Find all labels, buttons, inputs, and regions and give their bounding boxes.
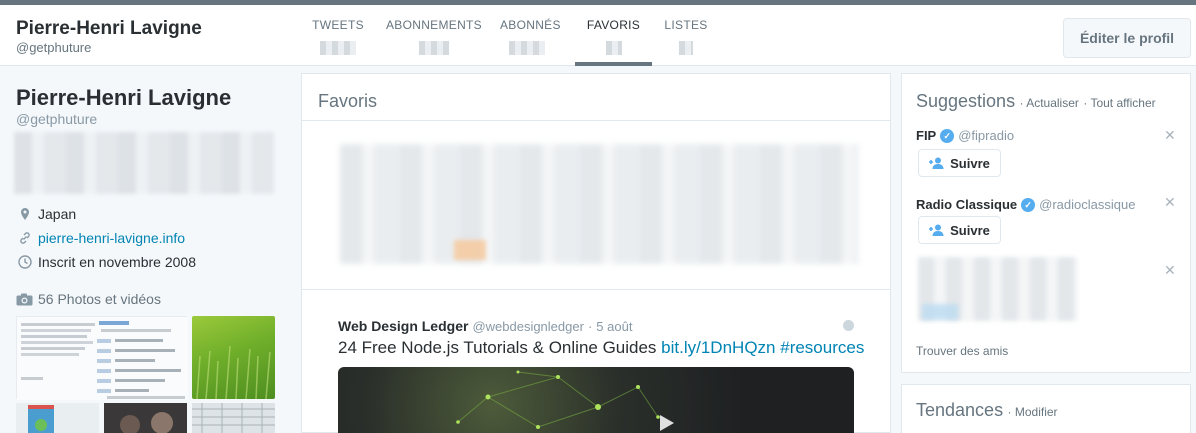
suggestion-radio-classique-name: Radio Classique [916,197,1018,212]
network-graph-image [456,370,674,431]
profile-website-link[interactable]: pierre-henri-lavigne.info [38,230,185,246]
tab-tweets[interactable]: TWEETS [308,5,368,66]
clock-icon [18,255,32,269]
tab-listes-label: LISTES [664,18,708,32]
favorites-timeline: Favoris Web Design Ledger @webdesignledg… [301,73,891,433]
tweet-time-separator: · [587,318,593,334]
photo-thumbnail-5-image [192,403,275,433]
suggestions-refresh-link[interactable]: · Actualiser [1020,96,1079,110]
profile-location: Japan [18,206,76,222]
tweet-blurred-highlight [454,240,486,260]
tab-favoris-label: FAVORIS [586,18,641,32]
follow-fip-label: Suivre [950,155,990,171]
tweet-hashtag[interactable]: #resources [780,338,864,357]
add-user-icon [929,224,944,236]
trends-edit-link[interactable]: · Modifier [1008,405,1058,419]
suggestion-item-radio-classique[interactable]: Radio Classique ✓ @radioclassique [916,197,1135,212]
photo-thumbnail-4[interactable] [104,403,187,433]
edit-profile-button[interactable]: Éditer le profil [1063,18,1191,58]
profile-name[interactable]: Pierre-Henri Lavigne [16,85,231,111]
trends-header: Tendances · Modifier [916,400,1058,421]
tab-abonnements[interactable]: ABONNEMENTS [384,5,484,66]
dismiss-fip-close-icon[interactable]: ✕ [1164,127,1176,144]
follow-radio-classique-button[interactable]: Suivre [918,216,1001,244]
photo-thumbnail-3-image [28,405,54,433]
nav-profile-handle: @getphuture [16,40,92,55]
profile-location-text: Japan [38,206,77,222]
location-pin-icon [21,208,29,220]
tweet-timestamp[interactable]: 5 août [596,319,632,334]
suggestions-header: Suggestions · Actualiser · Tout afficher [916,91,1156,112]
trends-card: Tendances · Modifier [901,384,1191,433]
photo-thumbnail-5[interactable] [192,403,275,433]
tweet-text: 24 Free Node.js Tutorials & Online Guide… [338,338,864,358]
tab-tweets-count-blurred [320,41,356,55]
suggestion-radio-classique-handle: @radioclassique [1039,197,1136,212]
photo-thumbnail-4-image [120,412,173,433]
tab-abonnes-count-blurred [509,41,545,55]
tab-abonnements-count-blurred [419,41,449,55]
profile-bio-blurred [14,132,274,194]
profile-website: pierre-henri-lavigne.info [18,230,185,246]
dismiss-blurred-close-icon[interactable]: ✕ [1164,262,1176,279]
verified-badge-icon: ✓ [1021,197,1036,212]
tweet-author-name[interactable]: Web Design Ledger [338,318,468,334]
suggestions-title: Suggestions [916,91,1016,111]
photo-thumbnail-2[interactable] [192,316,275,400]
find-friends-link[interactable]: Trouver des amis [916,344,1008,358]
tab-abonnements-label: ABONNEMENTS [386,18,482,32]
timeline-title: Favoris [318,91,378,111]
tab-tweets-label: TWEETS [312,18,364,32]
suggestion-item-fip[interactable]: FIP ✓ @fipradio [916,128,1014,143]
photo-thumbnail-3[interactable] [16,403,99,433]
camera-icon [16,293,33,305]
tweet-divider [302,289,890,290]
photo-thumbnail-1-image [17,317,188,400]
suggestion-fip-handle: @fipradio [958,128,1015,143]
add-user-icon [929,157,944,169]
timeline-divider [302,120,890,121]
tweet-header: Web Design Ledger @webdesignledger · 5 a… [338,318,632,334]
tab-listes[interactable]: LISTES [664,5,708,66]
nav-profile-name[interactable]: Pierre-Henri Lavigne [16,18,202,40]
verified-badge-icon: ✓ [940,128,955,143]
profile-joined-text: Inscrit en novembre 2008 [38,254,196,270]
tab-abonnes[interactable]: ABONNÉS [500,5,561,66]
play-icon [660,415,674,431]
dismiss-radio-classique-close-icon[interactable]: ✕ [1164,194,1176,211]
tab-favoris-count-blurred [605,41,622,55]
photos-videos-link[interactable]: 56 Photos et vidéos [16,291,161,307]
suggestions-view-all-link[interactable]: · Tout afficher [1083,96,1155,110]
tab-listes-count-blurred [679,41,693,55]
photos-videos-label: 56 Photos et vidéos [38,291,161,307]
photo-thumbnail-2-image [196,345,271,400]
tweet-blurred [340,144,858,264]
tweet-body: 24 Free Node.js Tutorials & Online Guide… [338,338,657,357]
suggestions-card: Suggestions · Actualiser · Tout afficher… [901,73,1191,373]
profile-sidebar: Pierre-Henri Lavigne @getphuture Japan p… [0,66,290,433]
profile-joined: Inscrit en novembre 2008 [18,254,196,270]
tab-abonnes-label: ABONNÉS [500,18,561,32]
photo-thumbnail-1[interactable] [16,316,188,400]
tweet-author-handle[interactable]: @webdesignledger [472,319,584,334]
follow-radio-classique-label: Suivre [950,222,990,238]
tweet-media-image[interactable] [338,367,854,433]
tab-favoris[interactable]: FAVORIS [575,5,652,66]
follow-fip-button[interactable]: Suivre [918,149,1001,177]
profile-handle: @getphuture [16,111,98,127]
profile-nav-bar: Pierre-Henri Lavigne @getphuture TWEETS … [0,5,1196,66]
globe-icon [843,320,854,331]
trends-title: Tendances [916,400,1004,420]
suggestion-blurred-avatar [922,304,958,320]
suggestion-fip-name: FIP [916,128,937,143]
link-icon [20,232,30,244]
tweet-link[interactable]: bit.ly/1DnHQzn [661,338,775,357]
